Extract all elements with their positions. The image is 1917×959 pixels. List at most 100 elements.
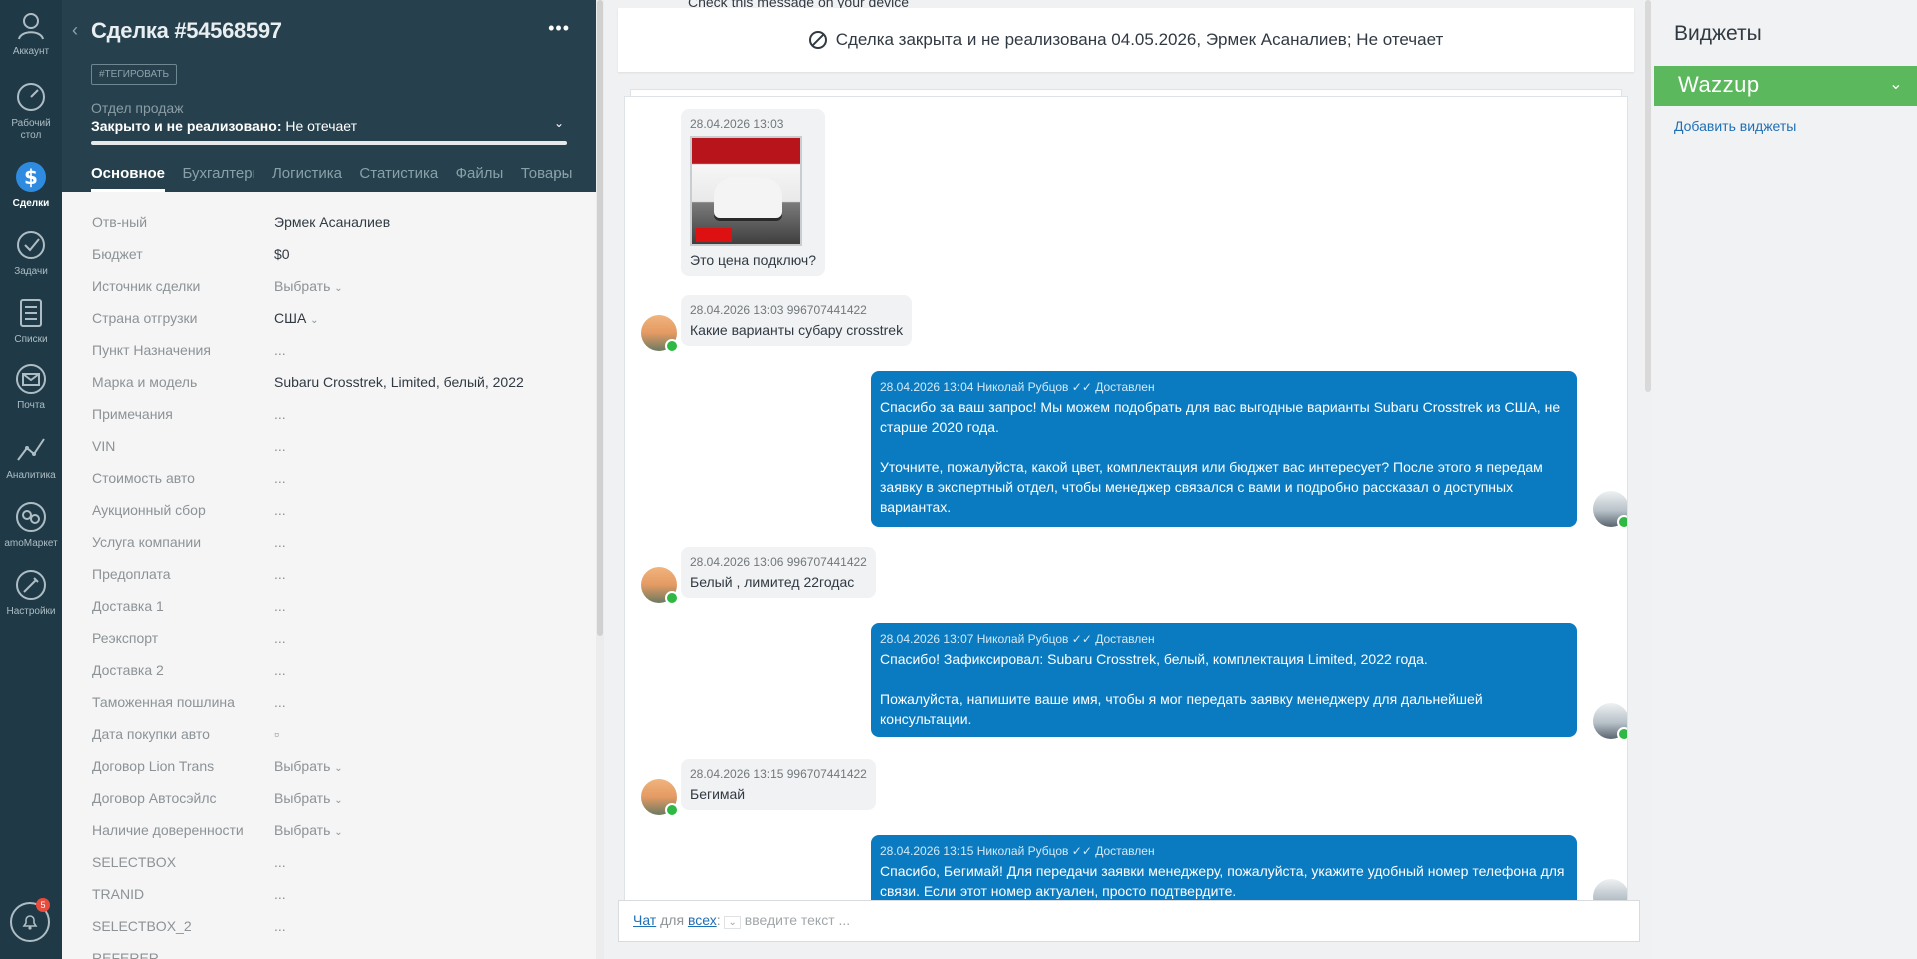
nav-label: Задачи — [14, 266, 48, 277]
nav-analytics[interactable]: Аналитика — [0, 432, 62, 482]
message-input[interactable]: введите текст ... — [745, 912, 850, 928]
field-value[interactable]: ... — [274, 470, 286, 486]
chat-mode-link[interactable]: Чат — [633, 912, 656, 928]
message-meta: 28.04.2026 13:03 996707441422 — [690, 303, 867, 317]
field-value[interactable]: ... — [274, 534, 286, 550]
message-text: Бегимай — [690, 786, 746, 802]
scrollbar-thumb[interactable] — [1645, 0, 1651, 392]
field-value[interactable]: США ⌄ — [274, 310, 319, 326]
nav-tasks[interactable]: Задачи — [0, 228, 62, 278]
nav-mail[interactable]: Почта — [0, 362, 62, 412]
field-value[interactable]: ... — [274, 630, 286, 646]
field-value[interactable]: ... — [274, 662, 286, 678]
deal-status[interactable]: Закрыто и не реализовано: Не отечает — [91, 118, 357, 134]
field-row: Реэкспорт... — [62, 622, 596, 654]
select-value: Выбрать — [274, 278, 331, 294]
message-meta: 28.04.2026 13:06 996707441422 — [690, 555, 867, 569]
back-arrow-icon[interactable]: ‹ — [72, 20, 78, 41]
field-value[interactable]: ... — [274, 406, 286, 422]
field-value[interactable]: Эрмек Асаналиев — [274, 214, 390, 230]
nav-dashboard[interactable]: Рабочий стол — [0, 80, 62, 142]
client-avatar[interactable] — [641, 779, 679, 817]
field-label: Марка и модель — [92, 374, 198, 390]
field-value[interactable]: ... — [274, 342, 286, 358]
nav-deals[interactable]: $ Сделки — [0, 160, 62, 210]
wazzup-label: Wazzup — [1678, 72, 1760, 97]
field-row: SELECTBOX_2... — [62, 910, 596, 942]
outgoing-message[interactable]: 28.04.2026 13:07 Николай Рубцов ✓✓ Доста… — [871, 623, 1577, 737]
tab-main[interactable]: Основное — [91, 165, 166, 192]
notifications-button[interactable]: 5 — [10, 898, 50, 942]
client-avatar[interactable] — [641, 315, 679, 353]
field-value[interactable]: ... — [274, 886, 286, 902]
deal-header: ‹ Сделка #54568597 ••• #ТЕГИРОВАТЬ Отдел… — [62, 0, 596, 192]
settings-icon — [16, 570, 46, 600]
message-composer[interactable]: Чат для всех: ⌄ введите текст ... — [618, 900, 1640, 942]
incoming-message[interactable]: 28.04.2026 13:15 996707441422 Бегимай — [681, 759, 876, 810]
tag-button[interactable]: #ТЕГИРОВАТЬ — [91, 64, 178, 85]
tab-accounting[interactable]: Бухгалтерия — [182, 165, 254, 189]
field-label: Источник сделки — [92, 278, 201, 294]
status-label: Закрыто и не реализовано: — [91, 118, 282, 134]
field-value[interactable]: $0 — [274, 246, 290, 262]
incoming-message[interactable]: 28.04.2026 13:03 Это цена подключ? — [681, 109, 825, 276]
nav-market[interactable]: amoМаркет — [0, 500, 62, 550]
field-label: SELECTBOX_2 — [92, 918, 192, 934]
field-value[interactable]: ... — [274, 854, 286, 870]
field-label: Таможенная пошлина — [92, 694, 235, 710]
outgoing-message[interactable]: 28.04.2026 13:04 Николай Рубцов ✓✓ Доста… — [871, 371, 1577, 527]
nav-label: Настройки — [6, 606, 56, 617]
nav-lists[interactable]: Списки — [0, 296, 62, 346]
tabs-more-button[interactable]: ··· — [553, 165, 568, 182]
field-value[interactable]: Выбрать ⌄ — [274, 758, 343, 774]
tab-statistics[interactable]: Статистика — [359, 165, 438, 189]
field-value[interactable]: ... — [274, 502, 286, 518]
field-value[interactable]: Выбрать ⌄ — [274, 278, 343, 294]
account-icon — [18, 13, 44, 40]
chevron-down-icon[interactable]: ⌄ — [554, 116, 564, 130]
select-value: Выбрать — [274, 822, 331, 838]
nav-account[interactable]: Аккаунт — [0, 8, 62, 58]
nav-settings[interactable]: Настройки — [0, 568, 62, 618]
field-value[interactable]: ... — [274, 438, 286, 454]
card-scrollbar[interactable] — [596, 0, 604, 959]
tab-files[interactable]: Файлы — [456, 165, 504, 189]
feed-scrollbar[interactable] — [1644, 0, 1652, 959]
field-value[interactable]: ... — [274, 598, 286, 614]
field-row: Стоимость авто... — [62, 462, 596, 494]
manager-avatar[interactable] — [1593, 491, 1627, 529]
chevron-down-icon[interactable]: ⌄ — [724, 916, 741, 929]
field-value[interactable]: Выбрать ⌄ — [274, 790, 343, 806]
incoming-message[interactable]: 28.04.2026 13:03 996707441422 Какие вари… — [681, 295, 913, 346]
field-label: Стоимость авто — [92, 470, 195, 486]
field-row: Предоплата... — [62, 558, 596, 590]
field-row: Доставка 2... — [62, 654, 596, 686]
field-row: Договор Автосэйлс Выбрать ⌄ — [62, 782, 596, 814]
chevron-down-icon[interactable]: ⌄ — [1889, 74, 1903, 94]
calendar-icon[interactable]: ▫ — [274, 726, 279, 742]
field-value[interactable]: Subaru Crosstrek, Limited, белый, 2022 — [274, 374, 524, 390]
message-text: Спасибо! Зафиксировал: Subaru Crosstrek,… — [880, 651, 1483, 727]
deals-icon: $ — [16, 162, 46, 192]
scrollbar-thumb[interactable] — [597, 0, 603, 636]
recipients-link[interactable]: всех — [688, 912, 717, 928]
field-value[interactable]: ... — [274, 918, 286, 934]
whatsapp-icon — [1617, 515, 1627, 529]
field-value[interactable]: ... — [274, 694, 286, 710]
manager-avatar[interactable] — [1593, 703, 1627, 741]
field-label: TRANID — [92, 886, 145, 902]
field-label: VIN — [92, 438, 116, 454]
field-value[interactable]: Выбрать ⌄ — [274, 822, 343, 838]
tab-logistics[interactable]: Логистика — [272, 165, 342, 189]
message-meta: 28.04.2026 13:15 996707441422 — [690, 767, 867, 781]
select-value: Выбрать — [274, 758, 331, 774]
more-options-icon[interactable]: ••• — [548, 18, 570, 39]
add-widgets-link[interactable]: Добавить виджеты — [1674, 118, 1796, 134]
deal-title[interactable]: Сделка #54568597 — [91, 18, 282, 44]
field-row: Пункт Назначения... — [62, 334, 596, 366]
client-avatar[interactable] — [641, 567, 679, 605]
wazzup-widget[interactable]: Wazzup ⌄ — [1654, 66, 1917, 106]
field-value[interactable]: ... — [274, 566, 286, 582]
car-photo[interactable] — [690, 136, 802, 246]
incoming-message[interactable]: 28.04.2026 13:06 996707441422 Белый , ли… — [681, 547, 876, 598]
